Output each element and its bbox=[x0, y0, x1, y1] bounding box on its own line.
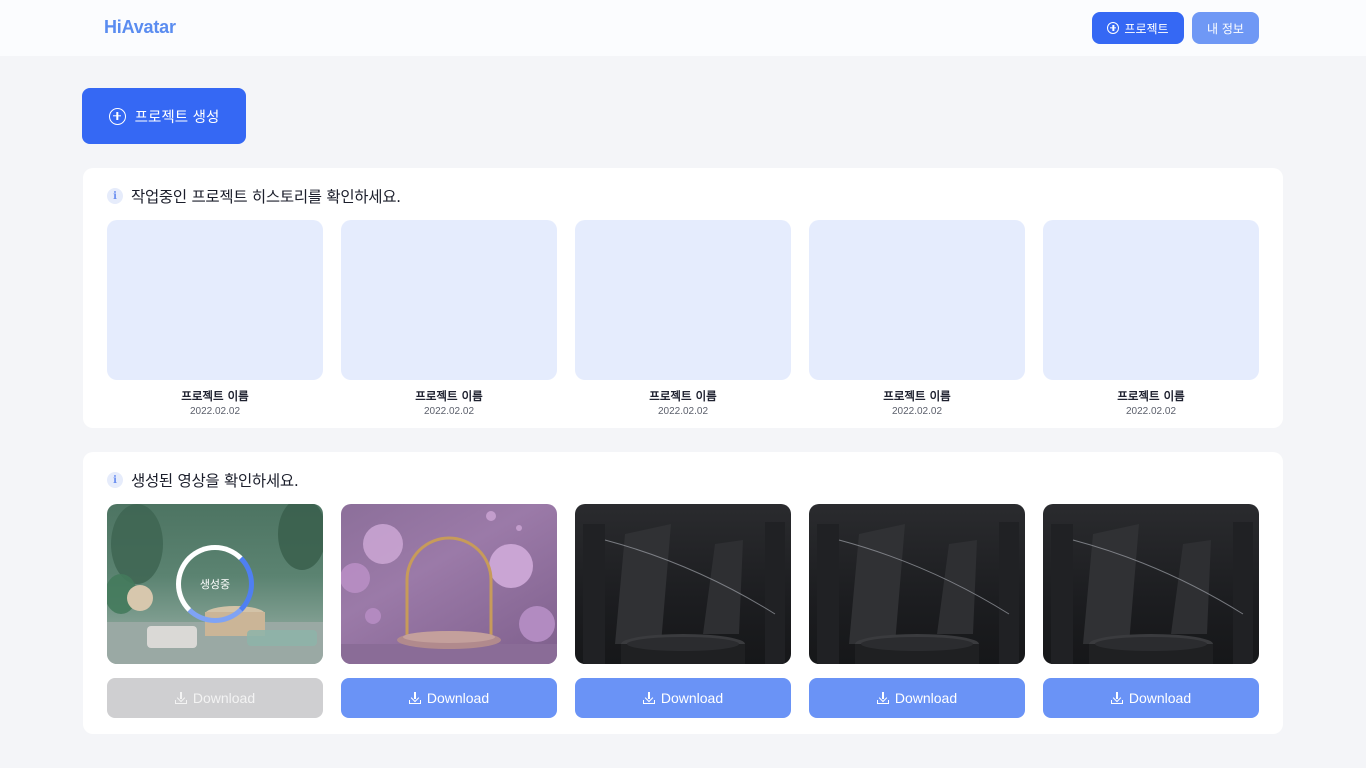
project-name: 프로젝트 이름 bbox=[181, 389, 249, 403]
dark-pedestal-scene bbox=[583, 522, 785, 664]
nav-myinfo-button[interactable]: 내 정보 bbox=[1192, 12, 1259, 44]
project-name: 프로젝트 이름 bbox=[1117, 389, 1185, 403]
info-icon: i bbox=[107, 188, 123, 204]
generated-videos-panel: i 생성된 영상을 확인하세요. 생성중 Download Download D… bbox=[83, 452, 1283, 734]
video-thumbnail[interactable] bbox=[575, 504, 791, 664]
download-icon bbox=[642, 692, 655, 704]
plus-circle-icon bbox=[1107, 22, 1120, 34]
download-icon bbox=[876, 692, 889, 704]
project-date: 2022.02.02 bbox=[891, 406, 943, 417]
download-button[interactable]: Download bbox=[809, 678, 1025, 718]
dark-pedestal-scene bbox=[1051, 522, 1253, 664]
video-card: Download bbox=[341, 504, 557, 718]
dark-pedestal-scene bbox=[817, 522, 1019, 664]
plus-circle-icon bbox=[108, 107, 126, 125]
download-icon bbox=[174, 692, 187, 704]
project-thumbnail[interactable] bbox=[809, 220, 1025, 380]
download-label: Download bbox=[426, 690, 490, 706]
logo[interactable]: HiAvatar bbox=[104, 17, 176, 38]
create-project-button[interactable]: 프로젝트 생성 bbox=[82, 88, 246, 144]
video-card: Download bbox=[1043, 504, 1259, 718]
history-header: i 작업중인 프로젝트 히스토리를 확인하세요. bbox=[107, 185, 401, 207]
video-thumbnail[interactable]: 생성중 bbox=[107, 504, 323, 664]
project-name: 프로젝트 이름 bbox=[415, 389, 483, 403]
nav-project-label: 프로젝트 bbox=[1124, 21, 1169, 36]
video-card: Download bbox=[809, 504, 1025, 718]
download-label: Download bbox=[660, 690, 724, 706]
project-card[interactable]: 프로젝트 이름 2022.02.02 bbox=[107, 220, 323, 417]
project-name: 프로젝트 이름 bbox=[649, 389, 717, 403]
download-label: Download bbox=[192, 690, 256, 706]
download-button[interactable]: Download bbox=[1043, 678, 1259, 718]
top-navbar: HiAvatar 프로젝트 내 정보 bbox=[0, 0, 1366, 56]
purple-arch-scene bbox=[341, 511, 557, 664]
project-card[interactable]: 프로젝트 이름 2022.02.02 bbox=[809, 220, 1025, 417]
download-button[interactable]: Download bbox=[107, 678, 323, 718]
video-card: 생성중 Download bbox=[107, 504, 323, 718]
video-thumbnail[interactable] bbox=[809, 504, 1025, 664]
video-thumbnail[interactable] bbox=[1043, 504, 1259, 664]
project-thumbnail[interactable] bbox=[107, 220, 323, 380]
project-date: 2022.02.02 bbox=[657, 406, 709, 417]
video-thumbnail[interactable] bbox=[341, 504, 557, 664]
project-date: 2022.02.02 bbox=[1125, 406, 1177, 417]
generating-label: 생성중 bbox=[199, 578, 231, 591]
download-button[interactable]: Download bbox=[575, 678, 791, 718]
project-thumbnail[interactable] bbox=[575, 220, 791, 380]
project-thumbnail[interactable] bbox=[341, 220, 557, 380]
download-icon bbox=[1110, 692, 1123, 704]
create-project-label: 프로젝트 생성 bbox=[134, 109, 220, 126]
project-date: 2022.02.02 bbox=[423, 406, 475, 417]
videos-header: i 생성된 영상을 확인하세요. bbox=[107, 469, 299, 491]
video-card: Download bbox=[575, 504, 791, 718]
download-icon bbox=[408, 692, 421, 704]
info-icon: i bbox=[107, 472, 123, 488]
project-history-panel: i 작업중인 프로젝트 히스토리를 확인하세요. 프로젝트 이름 2022.02… bbox=[83, 168, 1283, 428]
nav-project-button[interactable]: 프로젝트 bbox=[1092, 12, 1184, 44]
project-date: 2022.02.02 bbox=[189, 406, 241, 417]
project-name: 프로젝트 이름 bbox=[883, 389, 951, 403]
history-title: 작업중인 프로젝트 히스토리를 확인하세요. bbox=[131, 188, 401, 206]
download-label: Download bbox=[1128, 690, 1192, 706]
videos-title: 생성된 영상을 확인하세요. bbox=[131, 472, 299, 490]
download-label: Download bbox=[894, 690, 958, 706]
project-card[interactable]: 프로젝트 이름 2022.02.02 bbox=[1043, 220, 1259, 417]
download-button[interactable]: Download bbox=[341, 678, 557, 718]
generating-spinner: 생성중 bbox=[176, 545, 254, 623]
project-card[interactable]: 프로젝트 이름 2022.02.02 bbox=[341, 220, 557, 417]
project-thumbnail[interactable] bbox=[1043, 220, 1259, 380]
project-card[interactable]: 프로젝트 이름 2022.02.02 bbox=[575, 220, 791, 417]
